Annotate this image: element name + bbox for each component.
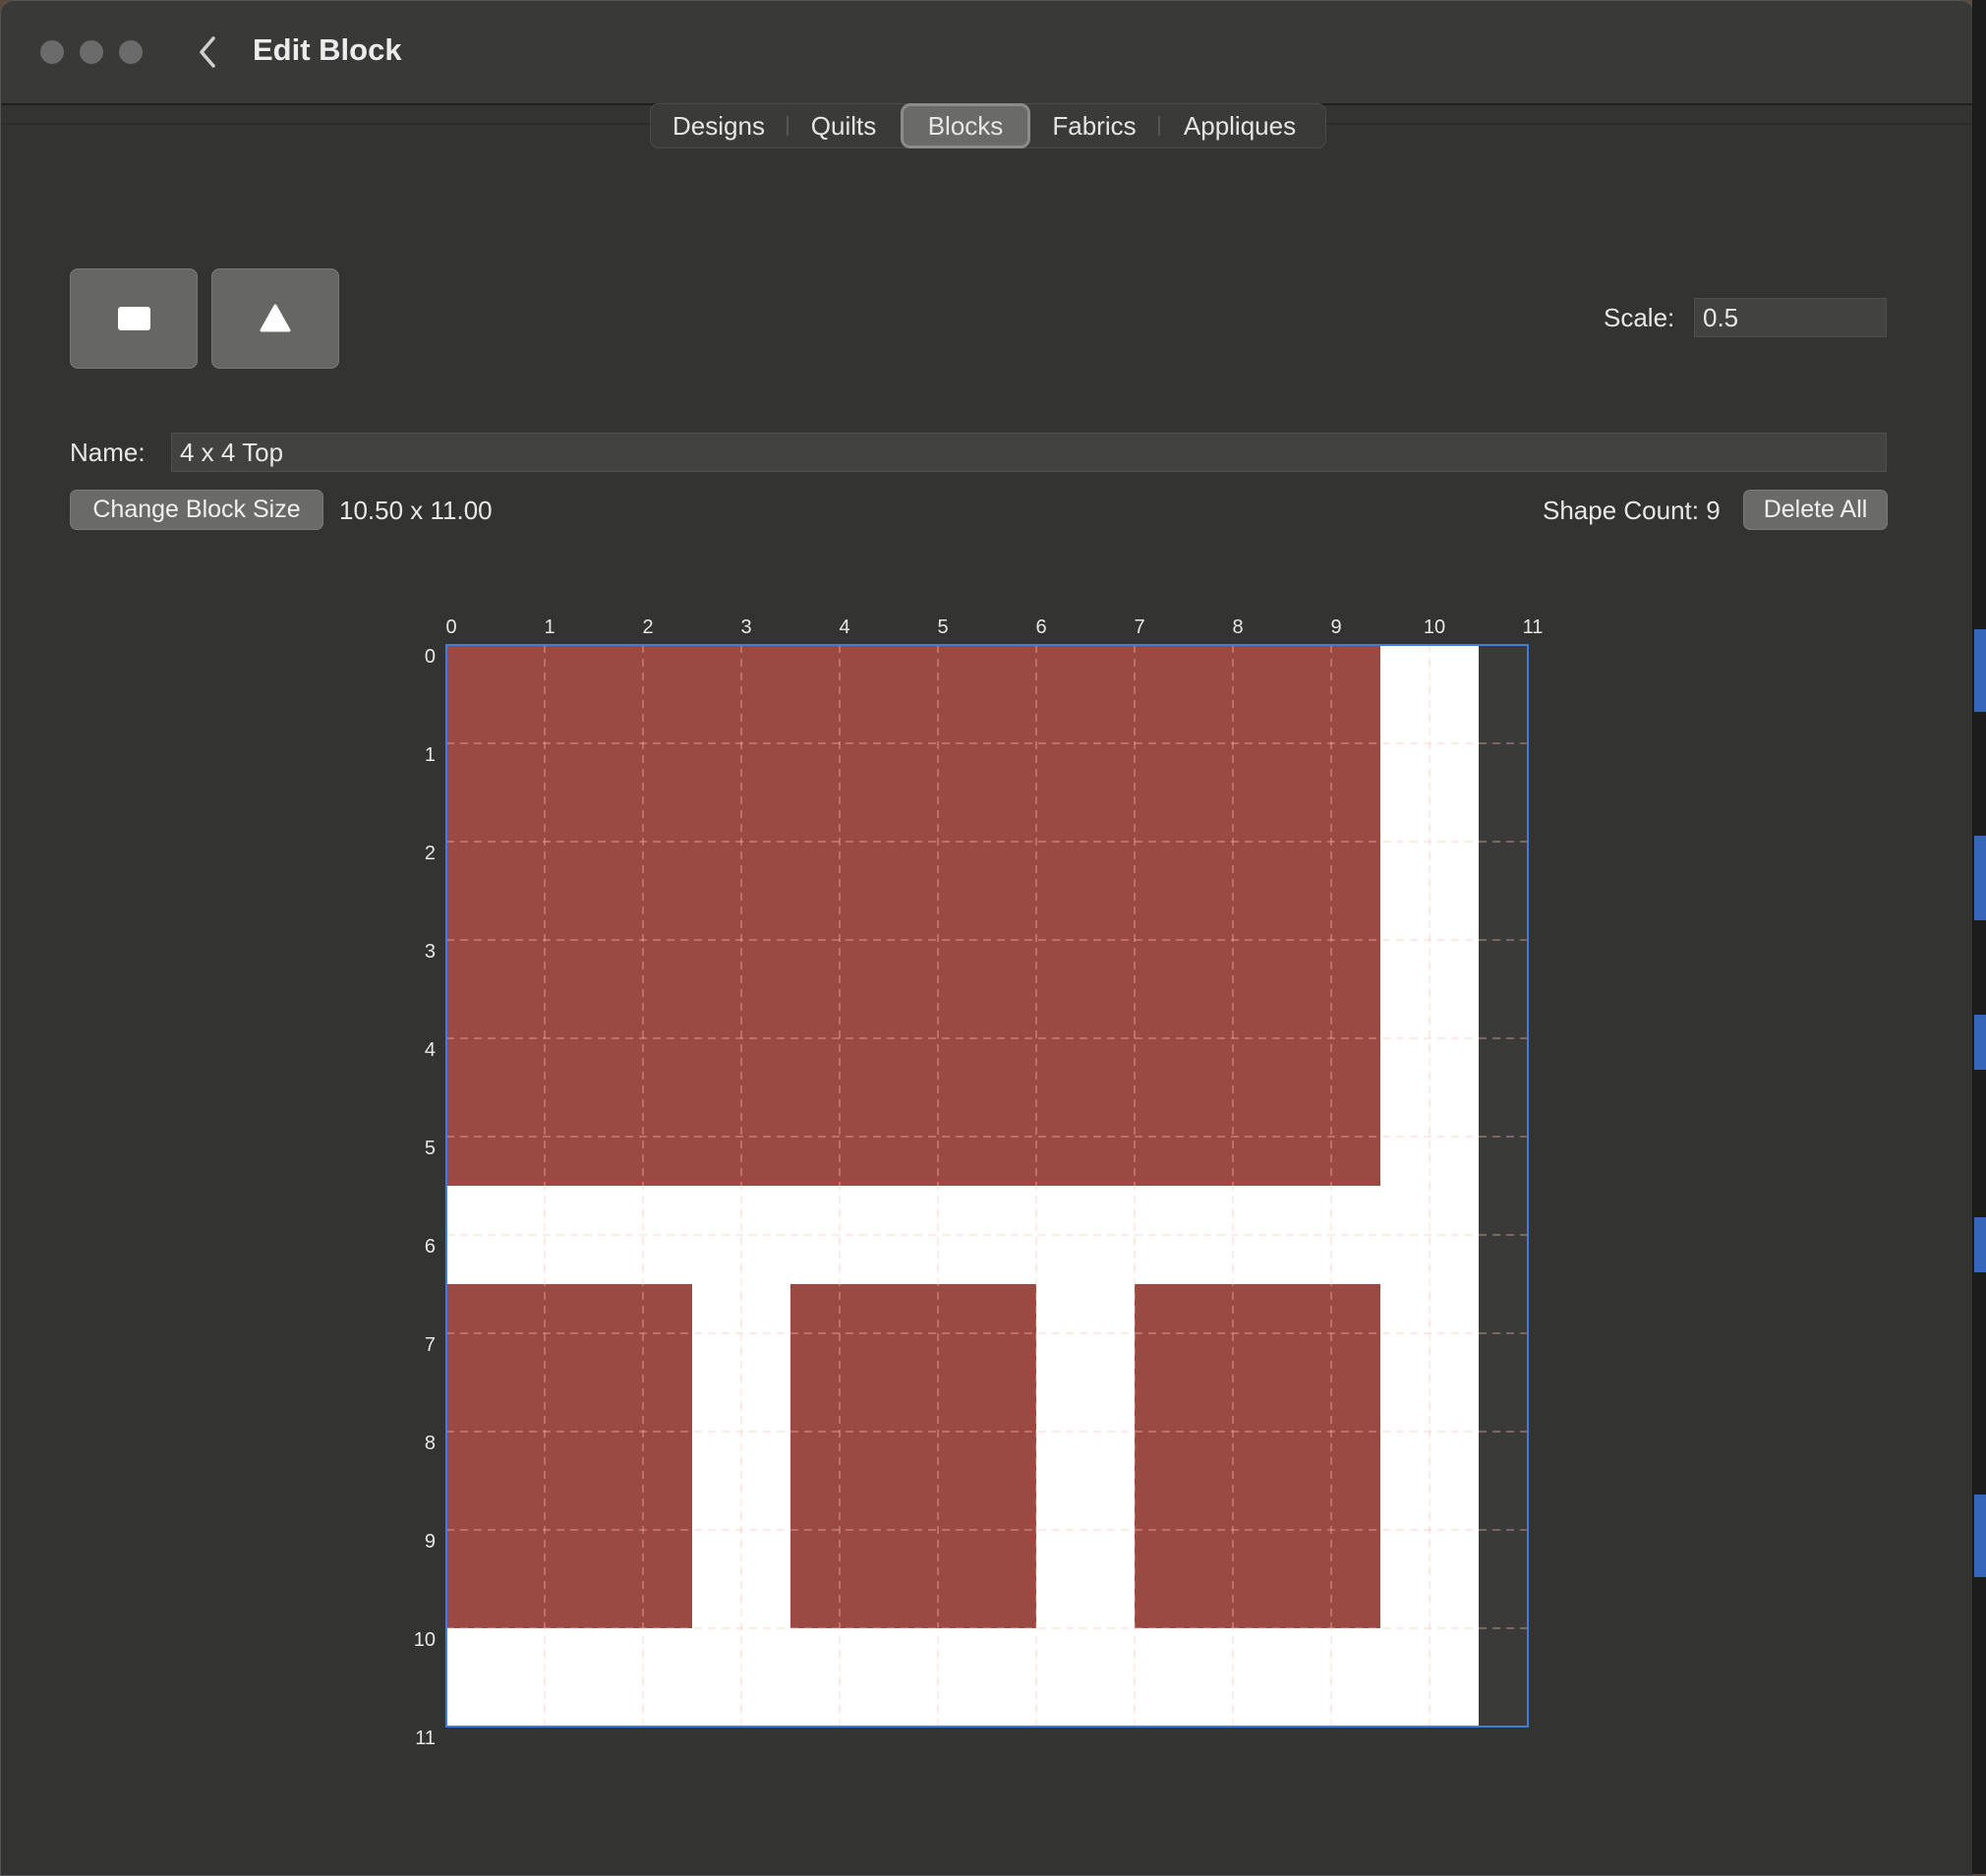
close-window-button[interactable] <box>40 40 64 64</box>
ruler-x-tick: 10 <box>1424 616 1445 638</box>
add-triangle-button[interactable] <box>211 268 339 369</box>
ruler-y-tick: 10 <box>414 1629 436 1651</box>
ruler-x-tick: 3 <box>740 616 751 638</box>
delete-all-button[interactable]: Delete All <box>1743 490 1888 530</box>
shape-count-text: Shape Count: 9 <box>1543 496 1721 525</box>
ruler-y-tick: 4 <box>425 1039 436 1061</box>
ruler-x-tick: 9 <box>1330 616 1341 638</box>
ruler-y-tick: 7 <box>425 1334 436 1356</box>
window-title: Edit Block <box>253 32 402 67</box>
ruler-x-tick: 2 <box>642 616 653 638</box>
add-rectangle-button[interactable] <box>70 268 198 369</box>
ruler-x-tick: 1 <box>544 616 555 638</box>
edit-block-window: Edit Block Designs Quilts Blocks Fabrics… <box>0 0 1974 1876</box>
tab-appliques[interactable]: Appliques <box>1158 104 1321 147</box>
ruler-y-tick: 0 <box>425 646 436 668</box>
scale-input[interactable] <box>1694 298 1887 337</box>
filled-square-icon <box>118 307 150 330</box>
back-button[interactable] <box>194 30 223 74</box>
ruler-x-tick: 6 <box>1035 616 1046 638</box>
tab-quilts[interactable]: Quilts <box>787 104 901 147</box>
ruler-y-tick: 2 <box>425 843 436 864</box>
block-shape-1[interactable] <box>446 645 1380 1186</box>
background-window-edge <box>1972 0 1986 1874</box>
block-shape-2[interactable] <box>446 1284 692 1628</box>
background-tab-5 <box>1974 1495 1986 1577</box>
tab-designs[interactable]: Designs <box>651 104 787 147</box>
tab-blocks[interactable]: Blocks <box>901 103 1030 148</box>
ruler-x-tick: 4 <box>839 616 849 638</box>
outside-block-strip <box>1479 645 1528 1727</box>
name-input[interactable] <box>171 433 1887 472</box>
ruler-y-tick: 5 <box>425 1138 436 1159</box>
background-tab-3 <box>1974 1015 1986 1070</box>
chevron-left-icon <box>200 36 215 68</box>
zoom-window-button[interactable] <box>119 40 143 64</box>
section-tabs: Designs Quilts Blocks Fabrics Appliques <box>650 103 1326 148</box>
background-tab-2 <box>1974 836 1986 920</box>
ruler-x-tick: 0 <box>445 616 456 638</box>
ruler-y-tick: 1 <box>425 744 436 766</box>
ruler-y-tick: 8 <box>425 1433 436 1454</box>
scale-label: Scale: <box>1604 303 1675 332</box>
filled-triangle-icon <box>260 304 291 332</box>
ruler-y-tick: 9 <box>425 1531 436 1553</box>
name-label: Name: <box>70 438 146 467</box>
ruler-y-tick: 3 <box>425 941 436 963</box>
background-tab-4 <box>1974 1217 1986 1272</box>
block-shape-3[interactable] <box>790 1284 1036 1628</box>
ruler-x-tick: 5 <box>937 616 948 638</box>
ruler-y-tick: 11 <box>415 1728 436 1749</box>
ruler-x-tick: 7 <box>1134 616 1144 638</box>
ruler-left: 0 1 2 3 4 5 6 7 8 9 10 11 <box>414 646 436 1749</box>
tab-fabrics[interactable]: Fabrics <box>1030 104 1158 147</box>
ruler-x-tick: 8 <box>1232 616 1243 638</box>
ruler-y-tick: 6 <box>425 1236 436 1258</box>
ruler-x-tick: 11 <box>1523 616 1544 638</box>
block-canvas-area: 0 1 2 3 4 5 6 7 8 9 10 11 0 1 2 3 4 5 6 7 8 9 10 11 <box>414 616 1544 1749</box>
minimize-window-button[interactable] <box>80 40 103 64</box>
change-block-size-button[interactable]: Change Block Size <box>70 490 323 530</box>
block-shape-4[interactable] <box>1135 1284 1380 1628</box>
background-tab-1 <box>1974 629 1986 712</box>
title-bar: Edit Block <box>1 1 1973 105</box>
ruler-top: 0 1 2 3 4 5 6 7 8 9 10 11 <box>445 616 1543 638</box>
block-size-text: 10.50 x 11.00 <box>339 496 493 525</box>
